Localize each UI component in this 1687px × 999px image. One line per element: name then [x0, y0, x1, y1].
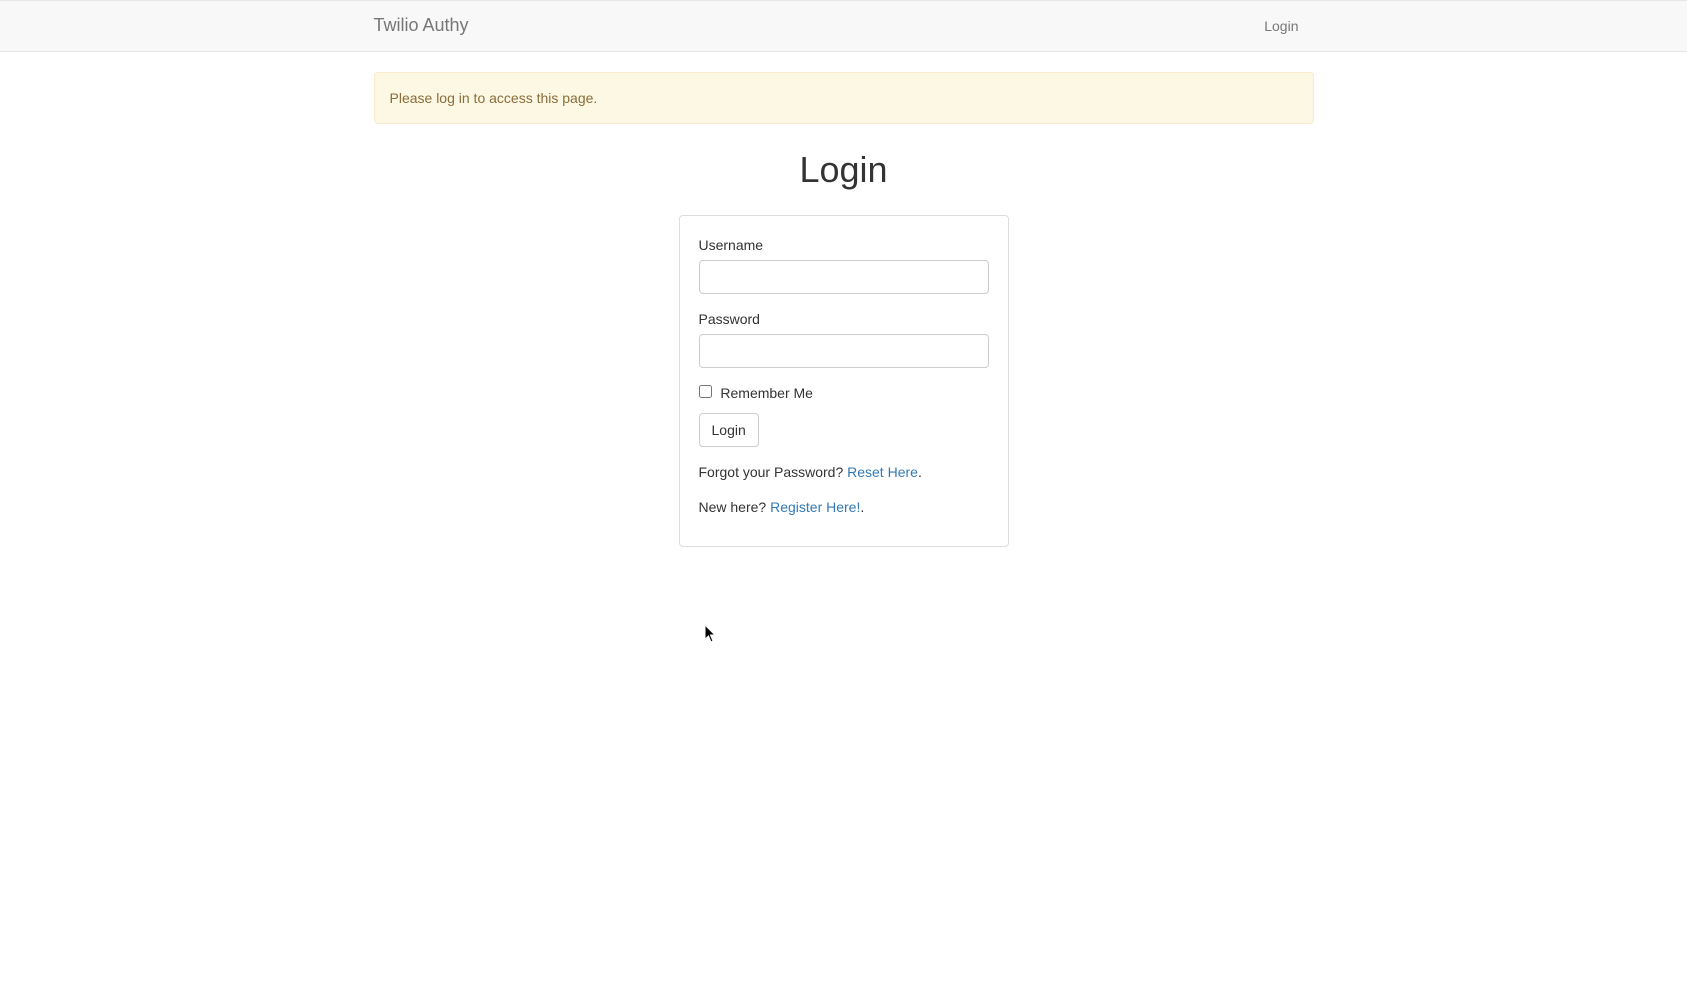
password-input[interactable]	[699, 334, 989, 368]
remember-checkbox[interactable]	[699, 385, 712, 398]
remember-group: Remember Me	[699, 383, 989, 403]
register-prefix: New here?	[699, 499, 771, 515]
cursor-icon	[705, 625, 717, 643]
main-container: Please log in to access this page. Login…	[359, 72, 1329, 547]
forgot-suffix: .	[918, 464, 922, 480]
password-group: Password	[699, 309, 989, 368]
navbar: Twilio Authy Login	[0, 0, 1687, 52]
password-label: Password	[699, 309, 989, 329]
remember-label-text: Remember Me	[720, 385, 813, 401]
remember-label-wrapper[interactable]: Remember Me	[699, 385, 813, 401]
nav-item-login: Login	[1249, 1, 1313, 51]
register-text: New here? Register Here!.	[699, 497, 989, 517]
register-link[interactable]: Register Here!	[770, 499, 860, 515]
forgot-password-text: Forgot your Password? Reset Here.	[699, 462, 989, 482]
navbar-container: Twilio Authy Login	[359, 1, 1329, 51]
page-title: Login	[374, 144, 1314, 195]
username-input[interactable]	[699, 260, 989, 294]
forgot-prefix: Forgot your Password?	[699, 464, 848, 480]
username-label: Username	[699, 235, 989, 255]
alert-warning: Please log in to access this page.	[374, 72, 1314, 124]
nav-login-link[interactable]: Login	[1249, 1, 1313, 51]
reset-password-link[interactable]: Reset Here	[847, 464, 918, 480]
register-suffix: .	[860, 499, 864, 515]
navbar-nav: Login	[1249, 1, 1313, 51]
navbar-brand[interactable]: Twilio Authy	[374, 0, 469, 54]
username-group: Username	[699, 235, 989, 294]
login-button[interactable]: Login	[699, 413, 759, 447]
login-form: Username Password Remember Me Login Forg…	[699, 235, 989, 517]
login-panel: Username Password Remember Me Login Forg…	[679, 215, 1009, 547]
